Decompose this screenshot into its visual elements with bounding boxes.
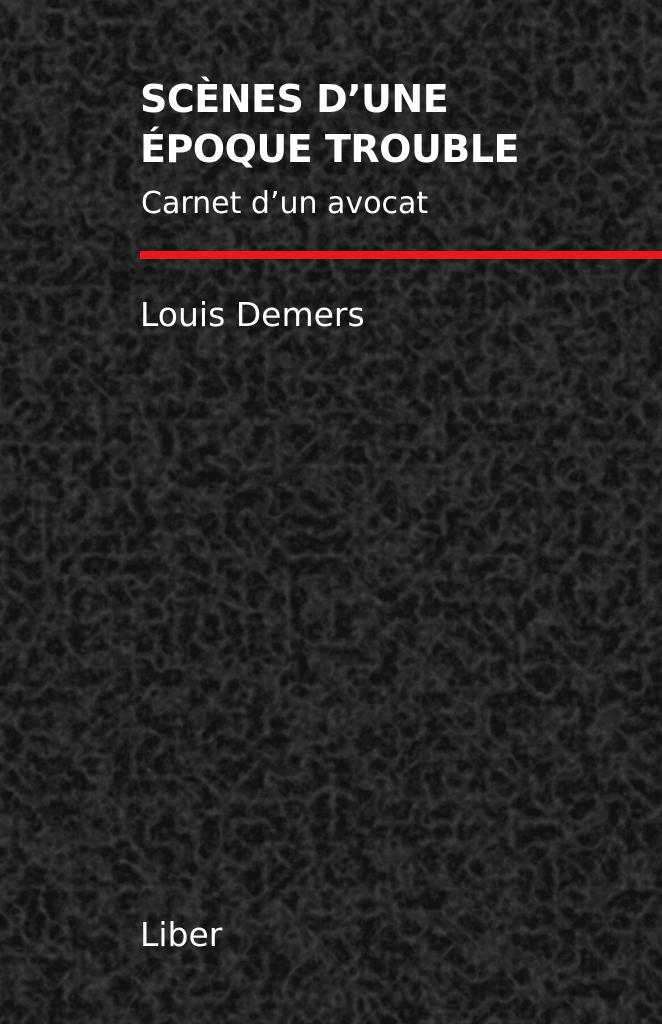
book-title: SCÈNES D’UNE ÉPOQUE TROUBLE	[140, 74, 519, 174]
book-cover: SCÈNES D’UNE ÉPOQUE TROUBLE Carnet d’un …	[0, 0, 662, 1024]
author-name: Louis Demers	[140, 295, 365, 334]
publisher-name: Liber	[140, 915, 223, 954]
book-title-line-2: ÉPOQUE TROUBLE	[140, 127, 519, 171]
book-title-line-1: SCÈNES D’UNE	[140, 77, 449, 121]
red-divider-rule	[140, 251, 662, 259]
book-subtitle: Carnet d’un avocat	[141, 186, 429, 221]
